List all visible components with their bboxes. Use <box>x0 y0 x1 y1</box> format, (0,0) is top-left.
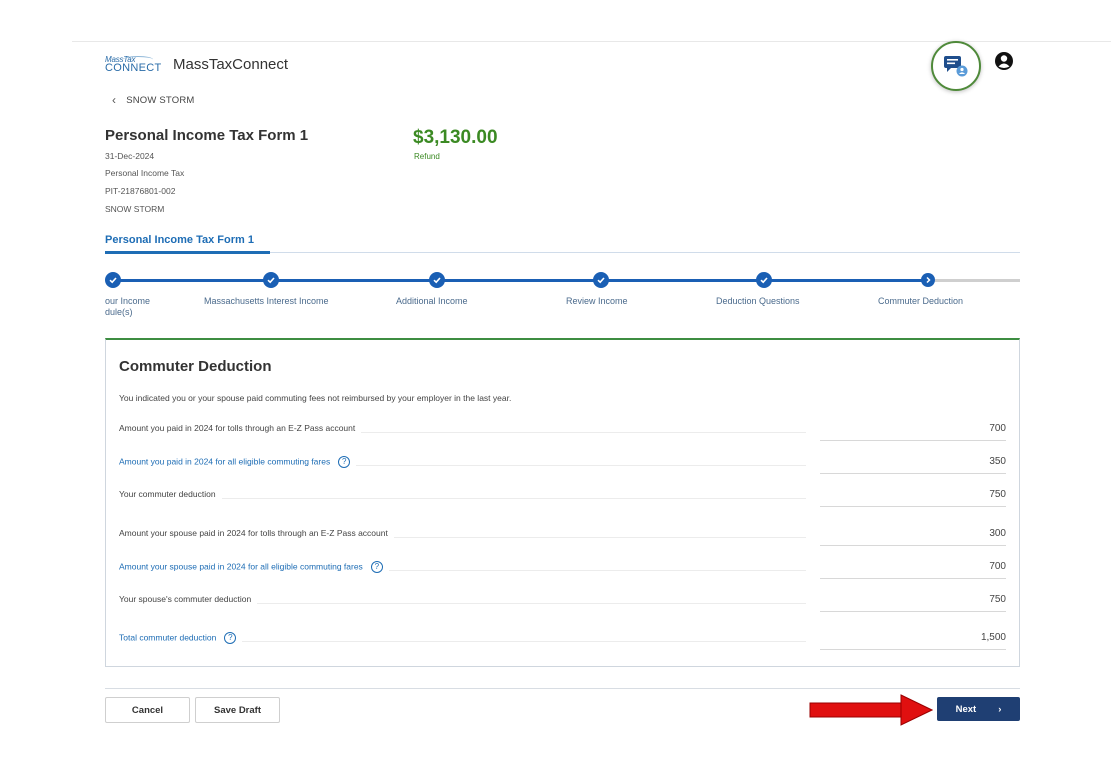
chevron-right-icon: › <box>998 703 1002 715</box>
step-label-3[interactable]: Additional Income <box>396 296 468 306</box>
row-label-text: Total commuter deduction <box>119 632 217 643</box>
check-icon <box>267 277 275 284</box>
row-ez-pass-tolls: Amount you paid in 2024 for tolls throug… <box>119 420 1006 441</box>
step-dot-5[interactable] <box>756 272 772 288</box>
back-link[interactable]: ‹ SNOW STORM <box>112 93 195 107</box>
form-taxpayer: SNOW STORM <box>105 204 165 214</box>
app-name: MassTaxConnect <box>173 56 289 73</box>
masstaxconnect-logo[interactable]: MassTax CONNECT <box>105 55 161 77</box>
field-value: 750 <box>989 594 1006 605</box>
chat-button[interactable] <box>931 41 981 91</box>
red-annotation-arrow <box>809 694 933 726</box>
row-label-link[interactable]: Total commuter deduction? <box>119 632 243 644</box>
ez-pass-tolls-field[interactable]: 700 <box>820 420 1006 441</box>
form-date: 31-Dec-2024 <box>105 151 155 161</box>
commuting-fares-field[interactable]: 350 <box>820 453 1006 474</box>
check-icon <box>760 277 768 284</box>
chat-bubble-icon <box>944 56 968 77</box>
refund-label: Refund <box>414 152 440 161</box>
chevron-left-icon: ‹ <box>112 93 117 107</box>
total-commuter-deduction-value: 1,500 <box>820 629 1006 650</box>
panel-title: Commuter Deduction <box>119 358 272 375</box>
row-total-commuter-deduction: Total commuter deduction? 1,500 <box>119 629 1006 650</box>
field-value: 700 <box>989 561 1006 572</box>
row-label: Amount your spouse paid in 2024 for toll… <box>119 528 394 538</box>
row-label: Your commuter deduction <box>119 489 222 499</box>
field-value: 1,500 <box>980 632 1006 643</box>
step-dot-6-current[interactable] <box>921 273 935 287</box>
row-label: Your spouse's commuter deduction <box>119 594 258 604</box>
form-account-id: PIT-21876801-002 <box>105 186 176 196</box>
cancel-button[interactable]: Cancel <box>105 697 190 723</box>
row-commuting-fares: Amount you paid in 2024 for all eligible… <box>119 453 1006 474</box>
tab-personal-income-tax-form[interactable]: Personal Income Tax Form 1 <box>105 234 254 246</box>
row-label-text: Amount you paid in 2024 for all eligible… <box>119 456 331 467</box>
step-label-2[interactable]: Massachusetts Interest Income <box>204 296 329 306</box>
chevron-right-icon <box>926 276 931 284</box>
stepper-track-complete <box>113 279 928 282</box>
check-icon <box>433 277 441 284</box>
help-icon[interactable]: ? <box>370 561 383 573</box>
check-icon <box>597 277 605 284</box>
step-dot-2[interactable] <box>263 272 279 288</box>
row-label: Amount you paid in 2024 for tolls throug… <box>119 423 362 433</box>
refund-amount: $3,130.00 <box>413 127 498 148</box>
step-dot-3[interactable] <box>429 272 445 288</box>
next-button[interactable]: Next › <box>937 697 1020 721</box>
spouse-ez-pass-tolls-field[interactable]: 300 <box>820 525 1006 546</box>
tab-active-indicator <box>105 251 270 254</box>
spouse-commuting-fares-field[interactable]: 700 <box>820 558 1006 579</box>
check-icon <box>109 277 117 284</box>
row-spouse-ez-pass-tolls: Amount your spouse paid in 2024 for toll… <box>119 525 1006 546</box>
step-label-1-line2: dule(s) <box>105 307 133 317</box>
row-spouse-commuting-fares: Amount your spouse paid in 2024 for all … <box>119 558 1006 579</box>
row-leader-line <box>119 498 806 499</box>
spouse-commuter-deduction-value: 750 <box>820 591 1006 612</box>
help-icon[interactable]: ? <box>224 632 237 644</box>
progress-stepper: our Income dule(s) Massachusetts Interes… <box>105 270 1020 340</box>
row-spouse-commuter-deduction: Your spouse's commuter deduction 750 <box>119 591 1006 612</box>
footer-divider <box>105 688 1020 689</box>
field-value: 700 <box>989 423 1006 434</box>
field-value: 350 <box>989 456 1006 467</box>
row-label-link[interactable]: Amount your spouse paid in 2024 for all … <box>119 561 389 573</box>
step-label-4[interactable]: Review Income <box>566 296 628 306</box>
field-value: 750 <box>989 489 1006 500</box>
row-label-text: Amount your spouse paid in 2024 for all … <box>119 561 363 572</box>
your-commuter-deduction-value: 750 <box>820 486 1006 507</box>
row-label-link[interactable]: Amount you paid in 2024 for all eligible… <box>119 456 357 468</box>
step-label-1[interactable]: our Income dule(s) <box>105 296 150 318</box>
step-label-6[interactable]: Commuter Deduction <box>878 296 963 306</box>
field-value: 300 <box>989 528 1006 539</box>
commuter-deduction-panel: Commuter Deduction You indicated you or … <box>105 338 1020 667</box>
logo-text-bottom: CONNECT <box>105 62 162 74</box>
user-circle-icon[interactable] <box>994 51 1014 71</box>
row-your-commuter-deduction: Your commuter deduction 750 <box>119 486 1006 507</box>
next-button-label: Next <box>955 703 977 715</box>
form-tax-type: Personal Income Tax <box>105 168 185 178</box>
step-dot-1[interactable] <box>105 272 121 288</box>
step-label-5[interactable]: Deduction Questions <box>716 296 800 306</box>
step-label-1-line1: our Income <box>105 296 151 306</box>
form-title: Personal Income Tax Form 1 <box>105 127 309 144</box>
step-dot-4[interactable] <box>593 272 609 288</box>
panel-intro-text: You indicated you or your spouse paid co… <box>119 393 512 403</box>
help-icon[interactable]: ? <box>338 456 351 468</box>
save-draft-button[interactable]: Save Draft <box>195 697 280 723</box>
back-link-label: SNOW STORM <box>126 94 195 106</box>
stepper-track-remaining <box>935 279 1020 282</box>
